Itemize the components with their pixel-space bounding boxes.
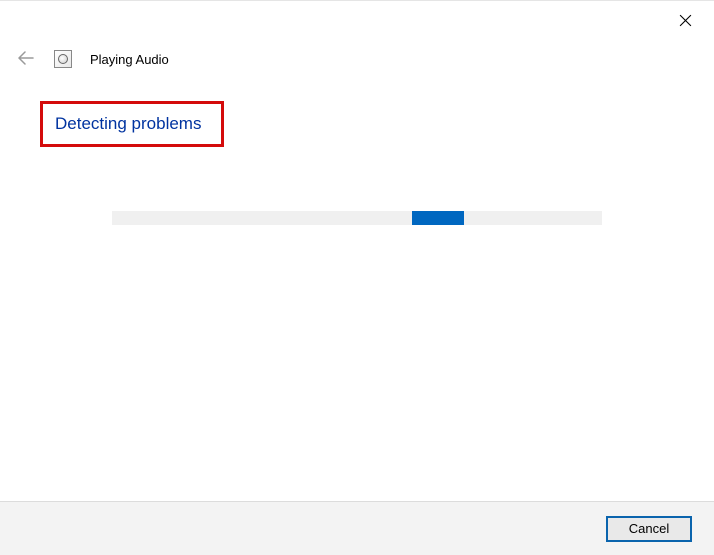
wizard-header: Playing Audio bbox=[16, 49, 169, 69]
wizard-footer: Cancel bbox=[0, 501, 714, 555]
audio-troubleshooter-icon bbox=[54, 50, 72, 68]
close-button[interactable] bbox=[670, 7, 700, 37]
progress-thumb bbox=[412, 211, 464, 225]
progress-bar bbox=[112, 211, 602, 225]
wizard-title: Playing Audio bbox=[90, 52, 169, 67]
back-button[interactable] bbox=[16, 49, 36, 69]
status-heading: Detecting problems bbox=[55, 114, 201, 134]
status-highlight-box: Detecting problems bbox=[40, 101, 224, 147]
close-icon bbox=[679, 14, 692, 30]
back-arrow-icon bbox=[18, 51, 34, 68]
cancel-button[interactable]: Cancel bbox=[606, 516, 692, 542]
